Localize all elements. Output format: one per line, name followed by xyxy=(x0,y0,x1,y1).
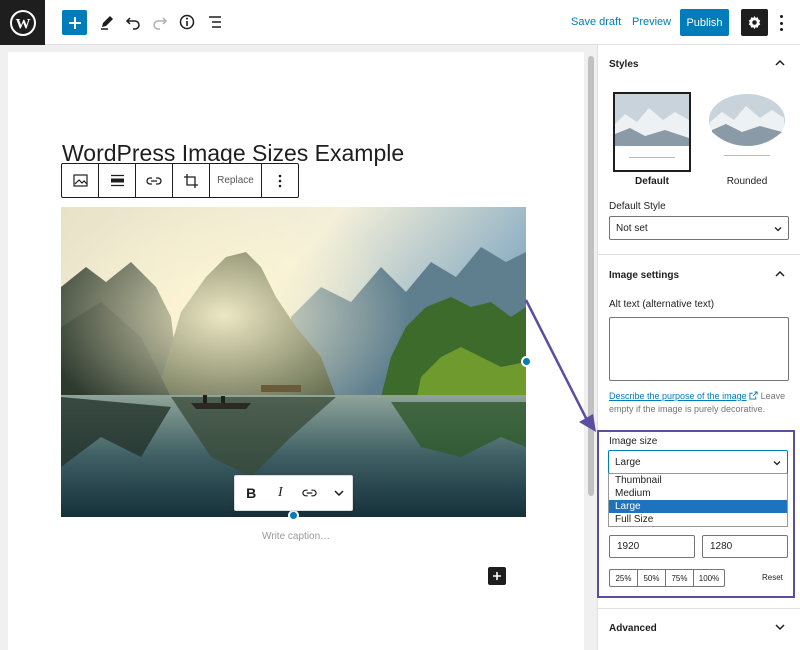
image-settings-heading[interactable]: Image settings xyxy=(609,270,679,281)
style-rounded-label[interactable]: Rounded xyxy=(708,176,786,187)
default-style-label: Default Style xyxy=(609,201,666,212)
default-style-value: Not set xyxy=(616,222,648,234)
styles-chevron-up-icon[interactable] xyxy=(774,57,786,69)
image-settings-chevron-up-icon[interactable] xyxy=(774,268,786,280)
alt-text-field[interactable] xyxy=(609,317,789,381)
annotation-highlight-box xyxy=(597,430,795,598)
describe-purpose-link[interactable]: Describe the purpose of the image xyxy=(609,391,747,401)
advanced-heading[interactable]: Advanced xyxy=(609,623,657,634)
alt-text-help: Describe the purpose of the image Leave … xyxy=(609,390,794,416)
style-default-label[interactable]: Default xyxy=(613,176,691,187)
advanced-chevron-down-icon[interactable] xyxy=(774,621,786,633)
alt-text-label: Alt text (alternative text) xyxy=(609,299,715,310)
chevron-down-icon xyxy=(774,227,782,232)
default-style-select[interactable]: Not set xyxy=(609,216,789,240)
external-link-icon xyxy=(749,391,758,400)
style-default-thumbnail[interactable] xyxy=(613,92,691,172)
styles-heading[interactable]: Styles xyxy=(609,59,638,70)
style-rounded-thumbnail[interactable] xyxy=(708,92,786,172)
divider xyxy=(598,254,800,255)
divider xyxy=(598,608,800,609)
